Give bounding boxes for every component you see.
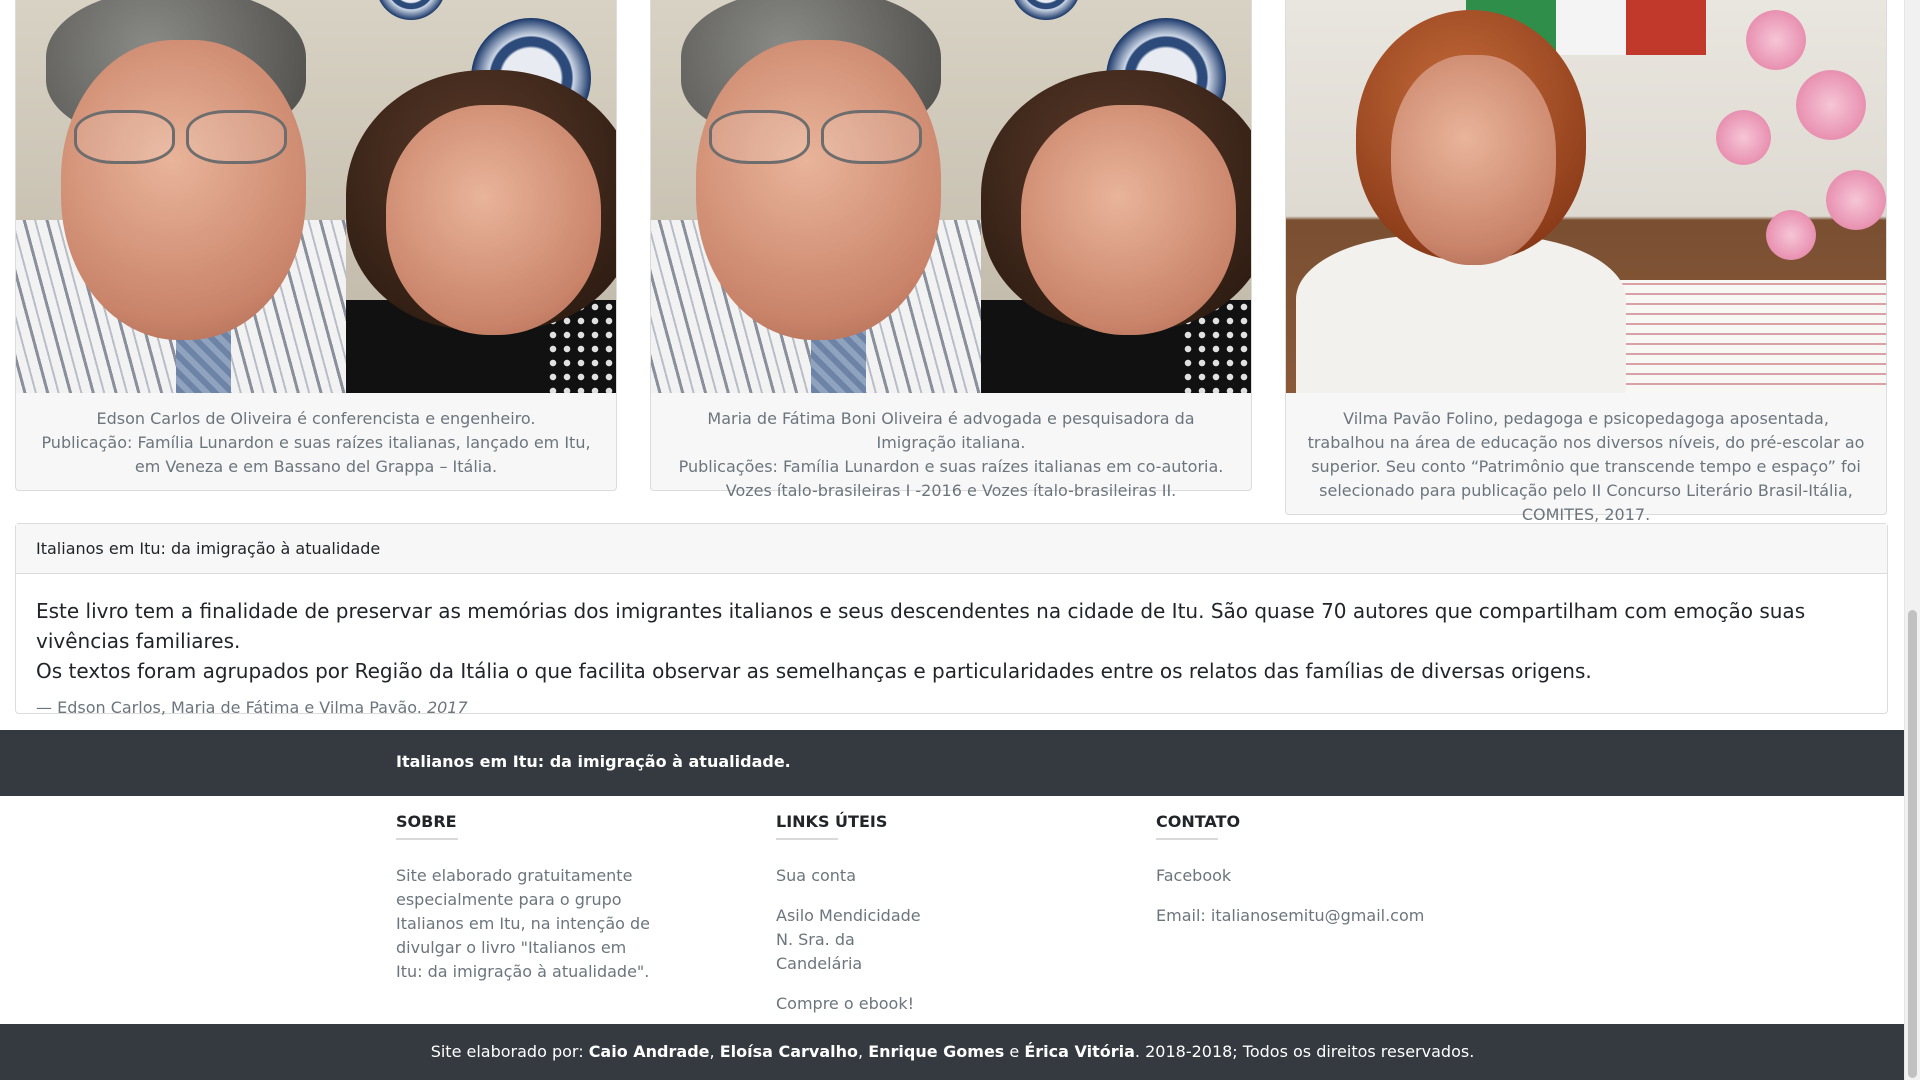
author-card-vilma: Vilma Pavão Folino, pedagoga e psicopeda… (1285, 0, 1887, 524)
credit-author-2: Eloísa Carvalho (719, 1042, 858, 1061)
author-card-edson: Edson Carlos de Oliveira é conferencista… (15, 0, 617, 491)
credit-and: e (1009, 1042, 1020, 1061)
book-quote-panel: Italianos em Itu: da imigração à atualid… (15, 523, 1888, 717)
footer-columns: Sobre Site elaborado gratuitamente espec… (0, 796, 1905, 1024)
link-sua-conta[interactable]: Sua conta (776, 864, 1046, 888)
quote-year: 2017 (426, 698, 468, 717)
author-bio-line2: Publicações: Família Lunardon e suas raí… (678, 457, 1224, 500)
author-photo-edson (16, 0, 616, 393)
quote-authors: — Edson Carlos, Maria de Fátima e Vilma … (36, 698, 422, 717)
panel-title: Italianos em Itu: da imigração à atualid… (16, 524, 1887, 574)
footer-about-text: Site elaborado gratuitamente especialmen… (396, 866, 651, 981)
footer-col-sobre: Sobre Site elaborado gratuitamente espec… (396, 812, 666, 984)
credit-author-3: Enrique Gomes (868, 1042, 1005, 1061)
quote-attribution: — Edson Carlos, Maria de Fátima e Vilma … (36, 698, 1867, 717)
scrollbar-thumb[interactable] (1908, 610, 1917, 1078)
credit-separator: , (858, 1042, 864, 1061)
footer-heading-sobre: Sobre (396, 812, 666, 840)
credit-separator: , (709, 1042, 715, 1061)
link-asilo[interactable]: Asilo Mendicidade N. Sra. da Candelária (776, 904, 936, 976)
page: Edson Carlos de Oliveira é conferencista… (0, 0, 1905, 1080)
author-card-maria: Maria de Fátima Boni Oliveira é advogada… (650, 0, 1252, 500)
footer-title-bar: Italianos em Itu: da imigração à atualid… (0, 730, 1905, 796)
credit-author-4: Érica Vitória (1024, 1042, 1135, 1061)
footer-col-contato: Contato Facebook Email: italianosemitu@g… (1156, 812, 1476, 944)
quote-line-2: Os textos foram agrupados por Região da … (36, 659, 1592, 683)
author-bio-line1: Edson Carlos de Oliveira é conferencista… (96, 409, 536, 428)
footer-col-links: Links úteis Sua conta Asilo Mendicidade … (776, 812, 1046, 1032)
author-bio: Vilma Pavão Folino, pedagoga e psicopeda… (1307, 409, 1865, 524)
quote-line-1: Este livro tem a finalidade de preservar… (36, 599, 1806, 653)
footer-title: Italianos em Itu: da imigração à atualid… (396, 752, 791, 771)
link-compre-ebook[interactable]: Compre o ebook! (776, 992, 1046, 1016)
author-photo-vilma (1286, 0, 1886, 393)
page-scrollbar[interactable] (1904, 0, 1920, 1080)
footer-heading-contato: Contato (1156, 812, 1476, 840)
author-cards: Edson Carlos de Oliveira é conferencista… (15, 0, 1888, 524)
credits-suffix: . 2018-2018; Todos os direitos reservado… (1134, 1042, 1475, 1061)
link-email[interactable]: Email: italianosemitu@gmail.com (1156, 904, 1476, 928)
author-bio-line2: Publicação: Família Lunardon e suas raíz… (41, 433, 591, 476)
credits-prefix: Site elaborado por: (430, 1042, 584, 1061)
footer-credits: Site elaborado por: Caio Andrade, Eloísa… (0, 1024, 1905, 1080)
author-photo-maria (651, 0, 1251, 393)
credit-author-1: Caio Andrade (588, 1042, 710, 1061)
link-facebook[interactable]: Facebook (1156, 864, 1476, 888)
author-bio-line1: Maria de Fátima Boni Oliveira é advogada… (707, 409, 1195, 452)
footer-heading-links: Links úteis (776, 812, 1046, 840)
